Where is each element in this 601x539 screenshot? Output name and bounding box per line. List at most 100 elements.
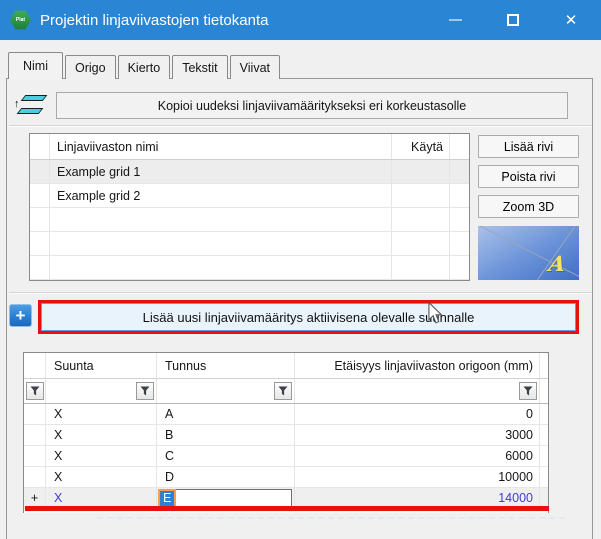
distance-cell[interactable]: 3000 (295, 425, 540, 445)
column-header-use[interactable]: Käytä (392, 134, 450, 159)
row-marker-cell[interactable] (24, 467, 46, 487)
direction-cell[interactable]: X (46, 488, 157, 508)
row-marker-cell[interactable] (24, 404, 46, 424)
clipped-next-row (97, 517, 565, 519)
grid-lines-table[interactable]: Suunta Tunnus Etäisyys linjaviivaston or… (23, 352, 549, 513)
tab-page-nimi: ↑ Kopioi uudeksi linjaviivamääritykseksi… (6, 78, 593, 539)
column-header-name[interactable]: Linjaviivaston nimi (50, 134, 392, 159)
direction-cell[interactable]: X (46, 404, 157, 424)
close-icon: ✕ (565, 11, 578, 29)
row-header-cell[interactable] (30, 160, 50, 183)
table-row[interactable]: X D 10000 (24, 467, 548, 488)
zoom-3d-button[interactable]: Zoom 3D (478, 195, 579, 218)
filter-cell[interactable] (295, 379, 540, 403)
table-row[interactable]: X B 3000 (24, 425, 548, 446)
label-cell[interactable]: B (157, 425, 295, 445)
grid-name-cell[interactable]: Example grid 2 (50, 184, 392, 207)
tab-label: Viivat (240, 61, 270, 75)
tab-label: Origo (75, 61, 106, 75)
direction-cell[interactable]: X (46, 467, 157, 487)
column-header-direction[interactable]: Suunta (46, 353, 157, 378)
direction-cell[interactable]: X (46, 446, 157, 466)
row-header-cell[interactable] (30, 184, 50, 207)
filter-funnel-icon[interactable] (274, 382, 292, 400)
filter-funnel-icon[interactable] (519, 382, 537, 400)
distance-cell[interactable]: 10000 (295, 467, 540, 487)
grid-use-cell[interactable] (392, 184, 450, 207)
mouse-cursor-icon (427, 302, 443, 325)
tab-strip: Nimi Origo Kierto Tekstit Viivat (8, 52, 282, 79)
row-header-cell (30, 134, 50, 159)
table-row[interactable]: Example grid 1 (30, 160, 469, 184)
filter-funnel-icon[interactable] (136, 382, 154, 400)
label-cell[interactable]: A (157, 404, 295, 424)
tab-kierto[interactable]: Kierto (118, 55, 171, 79)
row-marker-cell[interactable] (24, 425, 46, 445)
column-header-trail (540, 353, 548, 378)
tab-viivat[interactable]: Viivat (230, 55, 280, 79)
table-row-empty[interactable] (30, 232, 469, 256)
grid-use-cell (392, 208, 450, 231)
filter-funnel-icon[interactable] (26, 382, 44, 400)
label-cell[interactable]: D (157, 467, 295, 487)
add-row-button[interactable]: Lisää rivi (478, 135, 579, 158)
grid-use-cell[interactable] (392, 160, 450, 183)
grid-name-cell (50, 208, 392, 231)
label-edit-input[interactable]: E (158, 489, 292, 508)
delete-row-button[interactable]: Poista rivi (478, 165, 579, 188)
filter-cell (540, 379, 548, 403)
grid-3d-preview-icon[interactable]: A (478, 226, 579, 280)
grid-list-table[interactable]: Linjaviivaston nimi Käytä Example grid 1… (29, 133, 470, 281)
grid-name-cell[interactable]: Example grid 1 (50, 160, 392, 183)
table-row[interactable]: X A 0 (24, 404, 548, 425)
red-annotation-frame: Lisää uusi linjaviivamääritys aktiivisen… (38, 300, 579, 334)
plus-button[interactable]: + (9, 304, 32, 327)
title-bar[interactable]: Plat Projektin linjaviivastojen tietokan… (0, 0, 601, 40)
copy-elevation-icon[interactable]: ↑ (13, 92, 49, 120)
filter-cell (24, 379, 46, 403)
table-row[interactable]: Example grid 2 (30, 184, 469, 208)
tab-label: Nimi (23, 59, 48, 73)
table-row[interactable]: X C 6000 (24, 446, 548, 467)
add-line-definition-button[interactable]: Lisää uusi linjaviivamääritys aktiivisen… (41, 303, 576, 331)
tab-nimi[interactable]: Nimi (8, 52, 63, 79)
filter-row (24, 379, 548, 404)
plane-icon (17, 108, 44, 114)
plus-icon: + (16, 307, 26, 324)
label-cell[interactable]: E (157, 488, 295, 508)
row-header-cell (30, 208, 50, 231)
maximize-icon (507, 14, 519, 26)
app-icon: Plat (10, 10, 31, 30)
row-header-cell (30, 232, 50, 255)
tab-tekstit[interactable]: Tekstit (172, 55, 227, 79)
filter-cell[interactable] (46, 379, 157, 403)
copy-definition-button[interactable]: Kopioi uudeksi linjaviivamääritykseksi e… (56, 92, 568, 119)
trail-cell (540, 425, 548, 445)
maximize-button[interactable] (490, 0, 536, 40)
trail-cell (450, 184, 469, 207)
app-window: Plat Projektin linjaviivastojen tietokan… (0, 0, 601, 539)
grid-use-cell (392, 256, 450, 279)
minimize-button[interactable] (432, 0, 478, 40)
distance-cell[interactable]: 0 (295, 404, 540, 424)
table-row-empty[interactable] (30, 256, 469, 280)
direction-cell[interactable]: X (46, 425, 157, 445)
distance-cell[interactable]: 14000 (295, 488, 540, 508)
distance-cell[interactable]: 6000 (295, 446, 540, 466)
lines-header-row: Suunta Tunnus Etäisyys linjaviivaston or… (24, 353, 548, 379)
column-header-distance[interactable]: Etäisyys linjaviivaston origoon (mm) (295, 353, 540, 378)
column-header-label[interactable]: Tunnus (157, 353, 295, 378)
close-button[interactable]: ✕ (548, 0, 594, 40)
selected-text: E (160, 491, 174, 506)
row-marker-cell[interactable] (24, 446, 46, 466)
filter-cell[interactable] (157, 379, 295, 403)
label-cell[interactable]: C (157, 446, 295, 466)
new-row-marker-cell[interactable]: + (24, 488, 46, 508)
trail-cell (540, 488, 548, 508)
trail-cell (540, 446, 548, 466)
table-row-empty[interactable] (30, 208, 469, 232)
red-annotation-underline (25, 506, 549, 511)
minimize-icon (449, 19, 462, 21)
tab-label: Tekstit (182, 61, 217, 75)
tab-origo[interactable]: Origo (65, 55, 116, 79)
